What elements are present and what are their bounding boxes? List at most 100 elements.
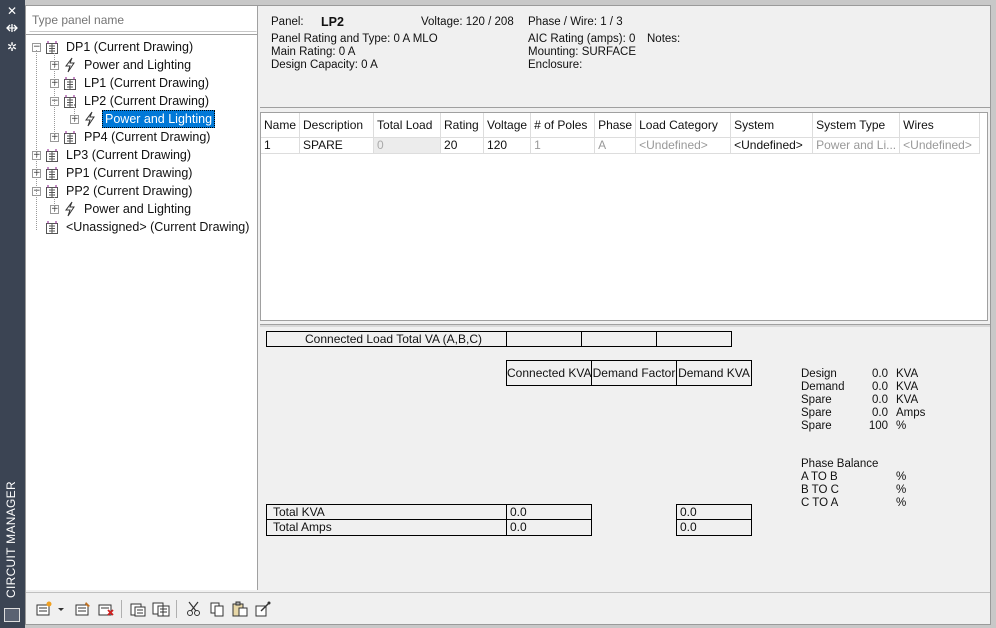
phase-wire-info: Phase / Wire: 1 / 3 [528,16,623,28]
tree-node-label[interactable]: PP1 (Current Drawing) [64,165,194,181]
panel-schedule-icon[interactable] [152,601,170,617]
cell-name[interactable]: 1 [261,137,301,154]
column-header[interactable]: Wires [899,113,981,138]
connected-load-a [506,331,582,347]
tree-node[interactable]: + LP3 (Current Drawing) [32,146,193,164]
stat-label: Design [801,368,837,380]
cell-voltage[interactable]: 120 [483,137,532,154]
total-amps-value: 0.0 [506,519,592,536]
tree-node[interactable]: − DP1 (Current Drawing) [32,38,195,56]
cell-description[interactable]: SPARE [299,137,375,154]
copy-panel-icon[interactable] [129,601,147,617]
column-header[interactable]: Description [299,113,375,138]
tree-node[interactable]: + LP1 (Current Drawing) [50,74,211,92]
tree-node-label[interactable]: LP1 (Current Drawing) [82,75,211,91]
tree-connector [36,50,37,230]
phase-balance-title: Phase Balance [801,458,879,470]
copy-icon[interactable] [208,601,226,617]
wire-icon[interactable] [254,601,272,617]
grid-header-row: Name Description Total Load Rating Volta… [261,113,981,138]
tree-node-label[interactable]: PP2 (Current Drawing) [64,183,194,199]
palette-strip: ✕ ✲ CIRCUIT MANAGER [0,0,25,628]
paste-icon[interactable] [231,601,249,617]
column-header[interactable]: Rating [440,113,485,138]
total-kva-label: Total KVA [266,504,507,520]
tree-node-label[interactable]: Power and Lighting [102,110,216,128]
column-header[interactable]: Phase [594,113,637,138]
column-header[interactable]: # of Poles [530,113,596,138]
cell-system[interactable]: <Undefined> [730,137,814,154]
panel-label: Panel: [271,16,304,28]
panel-name: LP2 [321,15,344,29]
phase-balance-label: A TO B [801,471,838,483]
lightning-icon [63,201,77,217]
tree-connector [74,104,75,122]
tree-node-label[interactable]: LP3 (Current Drawing) [64,147,193,163]
notes-info: Notes: [647,33,681,45]
cell-system-type[interactable]: Power and Li... [812,137,901,154]
tree-node-label[interactable]: Power and Lighting [82,201,193,217]
tree-connector [54,194,55,212]
stat-value: 0.0 [872,407,888,419]
panel-search-input[interactable] [29,8,257,32]
panel-icon [45,184,59,198]
panel-icon [45,220,59,234]
tree-node-label[interactable]: DP1 (Current Drawing) [64,39,195,55]
tree-node-label[interactable]: LP2 (Current Drawing) [82,93,211,109]
tree-node-label[interactable]: <Unassigned> (Current Drawing) [64,219,251,235]
column-header[interactable]: System [730,113,814,138]
tree-node[interactable]: <Unassigned> (Current Drawing) [32,218,251,236]
total-amps-label: Total Amps [266,519,507,536]
phase-balance-unit: % [896,484,907,496]
panel-icon [63,130,77,144]
delete-panel-icon[interactable] [97,601,115,617]
tree-node-label[interactable]: PP4 (Current Drawing) [82,129,212,145]
cut-icon[interactable] [185,601,203,617]
circuit-manager-window: −DP1 (Current Drawing)+Power and Lightin… [25,5,991,625]
tree-node[interactable]: + Power and Lighting [50,200,193,218]
cell-rating[interactable]: 20 [440,137,485,154]
cell-load-category[interactable]: <Undefined> [635,137,732,154]
close-icon[interactable]: ✕ [4,4,20,18]
stat-label: Spare [801,394,832,406]
aic-info: AIC Rating (amps): 0 [528,33,636,45]
panel-info: Panel: LP2 Voltage: 120 / 208 Phase / Wi… [260,6,990,108]
phase-balance-label: C TO A [801,497,839,509]
column-header[interactable]: Name [261,113,301,138]
panel-properties-icon[interactable] [74,601,92,617]
auto-hide-icon[interactable] [4,22,20,36]
panel-tree-pane: −DP1 (Current Drawing)+Power and Lightin… [26,6,258,590]
connected-kva-header: Connected KVA [506,360,592,386]
column-header[interactable]: Voltage [483,113,532,138]
column-header[interactable]: Load Category [635,113,732,138]
properties-icon[interactable]: ✲ [4,40,20,54]
tree-node[interactable]: + PP4 (Current Drawing) [50,128,212,146]
demand-kva-header: Demand KVA [676,360,752,386]
cell-poles[interactable]: 1 [530,137,596,154]
dropdown-arrow-icon[interactable] [57,601,65,617]
stat-value: 0.0 [872,381,888,393]
panel-icon [45,166,59,180]
palette-menu-icon[interactable] [4,608,20,622]
cell-phase[interactable]: A [594,137,637,154]
stat-unit: KVA [896,368,919,380]
connected-load-b [581,331,657,347]
tree-node[interactable]: − PP2 (Current Drawing) [32,182,194,200]
stat-label: Spare [801,420,832,432]
column-header[interactable]: System Type [812,113,901,138]
new-panel-icon[interactable] [35,601,53,617]
connected-load-c [656,331,732,347]
total-kva-demand: 0.0 [676,504,752,520]
tree-node[interactable]: + PP1 (Current Drawing) [32,164,194,182]
design-capacity-info: Design Capacity: 0 A [271,59,378,71]
tree-node-label[interactable]: Power and Lighting [82,57,193,73]
mounting-info: Mounting: SURFACE [528,46,637,58]
table-row[interactable]: 1 SPARE 0 20 120 1 A <Undefined> <Undefi… [261,137,981,154]
load-summary: Connected Load Total VA (A,B,C) Connecte… [260,327,990,590]
tree-node[interactable]: + Power and Lighting [70,110,216,128]
column-header[interactable]: Total Load [373,113,442,138]
cell-wires[interactable]: <Undefined> [899,137,981,154]
lightning-icon [83,111,97,127]
stat-unit: Amps [896,407,926,419]
tree-node[interactable]: + Power and Lighting [50,56,193,74]
